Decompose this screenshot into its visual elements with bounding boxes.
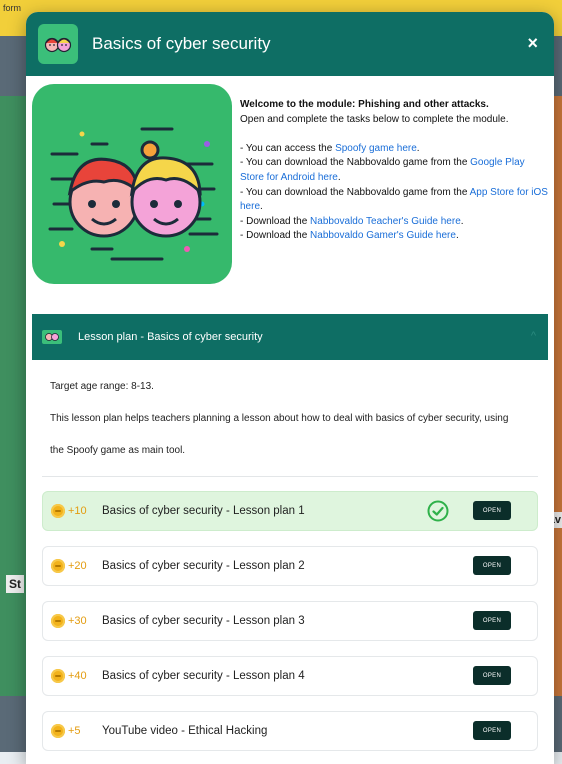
lesson-plan-accordion-header[interactable]: Lesson plan - Basics of cyber security ^ [32,314,548,360]
task-title: Basics of cyber security - Lesson plan 4 [102,670,305,682]
coin-icon [51,614,65,628]
background-side-label: St [6,575,24,593]
spoofy-link[interactable]: Spoofy game here [335,143,417,154]
task-title: Basics of cyber security - Lesson plan 1 [102,505,305,517]
task-points: +40 [68,670,87,682]
open-button[interactable]: OPEN [473,721,511,740]
gamer-prefix: - Download the [240,230,311,242]
appstore-suffix: . [260,201,263,213]
appstore-prefix: - You can download the Nabbovaldo game f… [240,186,470,198]
open-button[interactable]: OPEN [473,611,511,630]
welcome-heading: Welcome to the module: Phishing and othe… [240,99,489,110]
open-button[interactable]: OPEN [473,501,511,520]
spoofy-prefix: - You can access the [240,142,336,154]
background-text: form [3,3,21,13]
task-points: +5 [68,725,81,737]
teacher-suffix: . [460,215,464,227]
coin-icon [51,724,65,738]
app-store-line: - You can download the Nabbovaldo game f… [240,186,548,215]
module-image [32,84,232,284]
gplay-prefix: - You can download the Nabbovaldo game f… [240,157,471,169]
teacher-guide-link[interactable]: Nabbovaldo Teacher's Guide here [310,216,461,227]
gamer-guide-link[interactable]: Nabbovaldo Gamer's Guide here [310,230,456,241]
teacher-prefix: - Download the [240,215,311,227]
google-play-line: - You can download the Nabbovaldo game f… [240,156,548,185]
divider [42,476,538,477]
coin-icon [51,669,65,683]
task-points: +20 [68,560,87,572]
coin-icon [51,559,65,573]
module-modal: Basics of cyber security × Welcome to th… [26,12,554,764]
task-title: YouTube video - Ethical Hacking [102,725,268,737]
task-list: +10 Basics of cyber security - Lesson pl… [26,491,554,751]
background-left-panel [0,96,28,696]
kids-illustration-icon [48,127,219,261]
open-button[interactable]: OPEN [473,666,511,685]
lesson-description-line1: This lesson plan helps teachers planning… [50,413,509,424]
task-points: +30 [68,615,87,627]
gamer-suffix: . [455,230,459,242]
task-row[interactable]: +5 YouTube video - Ethical Hacking OPEN [42,711,538,751]
kids-faces-icon [42,330,62,344]
lesson-description-line2: the Spoofy game as main tool. [50,445,186,456]
chevron-up-icon[interactable]: ^ [531,330,536,342]
task-row[interactable]: +20 Basics of cyber security - Lesson pl… [42,546,538,586]
task-row[interactable]: +30 Basics of cyber security - Lesson pl… [42,601,538,641]
task-points: +10 [68,505,87,517]
coin-icon [51,504,65,518]
modal-title: Basics of cyber security [92,34,271,53]
gplay-suffix: . [337,171,341,183]
task-row[interactable]: +40 Basics of cyber security - Lesson pl… [42,656,538,696]
modal-header: Basics of cyber security × [26,12,554,76]
open-button[interactable]: OPEN [473,556,511,575]
spoofy-line: - You can access the Spoofy game here. [240,142,548,157]
spoofy-suffix: . [416,142,420,154]
module-intro: Welcome to the module: Phishing and othe… [26,76,554,284]
task-row[interactable]: +10 Basics of cyber security - Lesson pl… [42,491,538,531]
kids-faces-icon [38,24,78,64]
module-description: Welcome to the module: Phishing and othe… [240,84,548,284]
lesson-plan-title: Lesson plan - Basics of cyber security [78,331,263,343]
close-icon[interactable]: × [527,34,538,52]
check-circle-icon [427,500,449,522]
task-title: Basics of cyber security - Lesson plan 2 [102,560,305,572]
teacher-guide-line: - Download the Nabbovaldo Teacher's Guid… [240,215,548,230]
instructions-text: Open and complete the tasks below to com… [240,113,509,125]
gamer-guide-line: - Download the Nabbovaldo Gamer's Guide … [240,229,548,244]
task-title: Basics of cyber security - Lesson plan 3 [102,615,305,627]
lesson-plan-body: Target age range: 8-13. This lesson plan… [26,360,554,458]
age-range-text: Target age range: 8-13. [50,381,154,392]
